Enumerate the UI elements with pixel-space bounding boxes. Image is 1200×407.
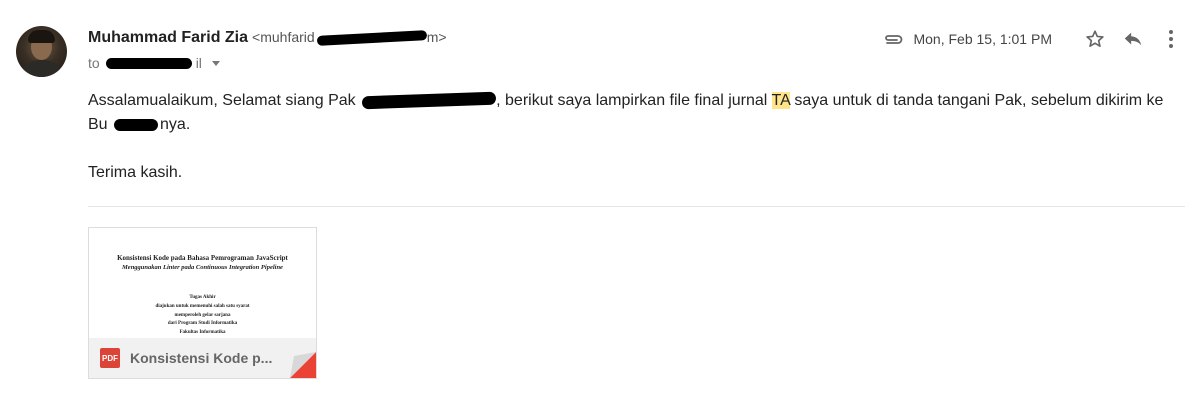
attachment-footer[interactable]: PDF Konsistensi Kode p...: [89, 338, 316, 378]
paperclip-icon: [881, 30, 905, 48]
chevron-down-icon[interactable]: [211, 60, 220, 66]
sender-avatar[interactable]: [16, 26, 67, 77]
sender-email: <muhfarid m>: [252, 29, 447, 47]
to-label: to: [88, 55, 100, 71]
recipient-row: to il: [88, 55, 220, 71]
preview-line: dari Program Studi Informatika: [167, 321, 238, 327]
highlighted-term: TA: [771, 92, 790, 109]
preview-subtitle: Menggunakan Linter pada Continuous Integ…: [122, 264, 283, 271]
preview-line: diajukan untuk memenuhi salah satu syara…: [155, 303, 250, 309]
recipient-name: il: [195, 55, 202, 71]
sender-email-suffix: m>: [426, 29, 447, 45]
redaction-mark: [105, 57, 192, 69]
attachment-filename[interactable]: Konsistensi Kode p...: [130, 350, 280, 366]
body-text-2: , berikut saya lampirkan file final jurn…: [496, 92, 772, 109]
body-signoff: Terima kasih.: [88, 164, 183, 181]
message-date: Mon, Feb 15, 1:01 PM: [913, 31, 1052, 47]
sender-email-prefix: <muhfarid: [252, 29, 315, 45]
attachment-card[interactable]: Konsistensi Kode pada Bahasa Pemrograman…: [88, 227, 317, 379]
reply-icon[interactable]: [1118, 27, 1148, 51]
attachment-preview[interactable]: Konsistensi Kode pada Bahasa Pemrograman…: [89, 228, 316, 344]
more-vert-icon[interactable]: [1156, 27, 1186, 51]
redaction-mark: [316, 30, 427, 47]
redaction-mark: [361, 91, 497, 110]
body-text-1: Assalamualaikum, Selamat siang Pak: [88, 92, 361, 109]
star-icon[interactable]: [1080, 27, 1110, 51]
preview-title: Konsistensi Kode pada Bahasa Pemrograman…: [117, 254, 288, 262]
redaction-mark: [114, 118, 159, 131]
message-meta: Mon, Feb 15, 1:01 PM: [881, 27, 1186, 51]
message-body: Assalamualaikum, Selamat siang Pak , ber…: [88, 89, 1183, 185]
body-text-4: nya.: [160, 116, 191, 133]
sender-header: Muhammad Farid Zia <muhfarid m>: [88, 29, 447, 49]
pdf-icon: PDF: [100, 348, 120, 368]
body-paragraph: Assalamualaikum, Selamat siang Pak , ber…: [88, 89, 1183, 137]
page-fold-icon: [290, 352, 316, 378]
avatar-hair: [28, 30, 55, 43]
attachment-divider: [88, 206, 1185, 207]
preview-line: Fakultas Informatika: [179, 330, 226, 336]
avatar-shirt: [19, 60, 64, 77]
preview-line: memperoleh gelar sarjana: [174, 312, 231, 318]
sender-name[interactable]: Muhammad Farid Zia: [88, 29, 248, 47]
preview-line: Tugas Akhir: [189, 295, 216, 300]
